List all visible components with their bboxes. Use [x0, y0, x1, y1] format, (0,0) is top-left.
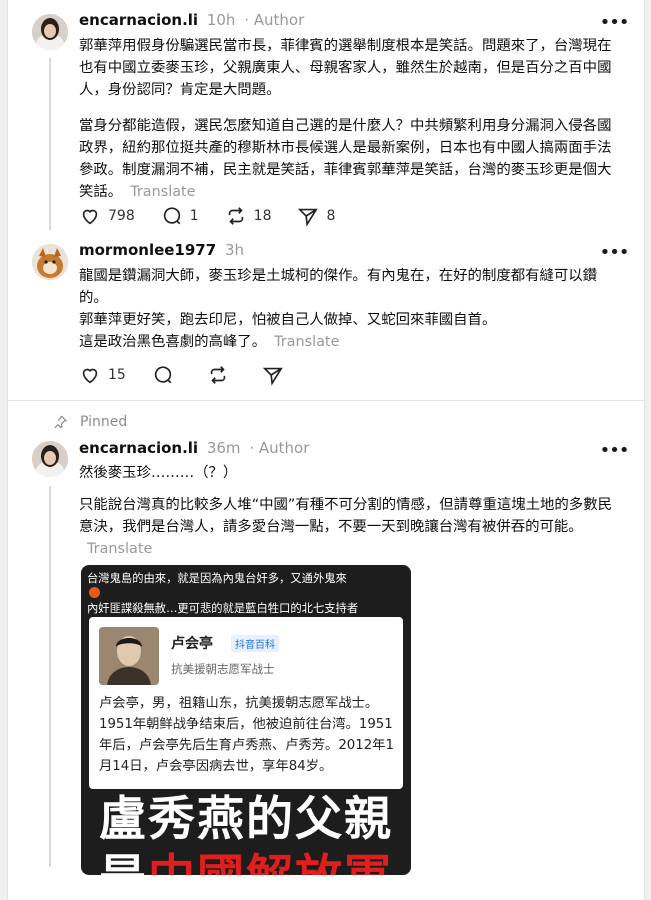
- post-header: encarnacion.li 36m · Author: [79, 439, 309, 461]
- post-header: encarnacion.li 10h · Author: [79, 11, 304, 33]
- translate-link[interactable]: Translate: [130, 184, 195, 200]
- profile-tag: 抖音百科: [231, 635, 279, 652]
- post-paragraph: 郭華萍更好笑，跑去印尼，怕被自己人做掉、又蛇回來菲國自首。: [79, 312, 497, 328]
- repost-button[interactable]: [207, 364, 236, 386]
- image-caption: 台灣鬼島的由來，就是因為內鬼台奸多，又通外鬼來 內奸匪諜殺無赦…更可悲的就是藍白…: [87, 572, 359, 615]
- headline-line-1: 盧秀燕的父親: [99, 792, 393, 847]
- post-paragraph: 然後麥玉珍………（？）: [79, 465, 238, 481]
- translate-link[interactable]: Translate: [274, 334, 339, 350]
- post-paragraph: 郭華萍用假身份騙選民當市長，菲律賓的選舉制度根本是笑話。問題來了，台灣現在也有中…: [79, 38, 612, 98]
- comment-icon: [163, 207, 181, 225]
- angry-emoji-icon: [89, 587, 100, 598]
- avatar[interactable]: [32, 14, 68, 50]
- share-button[interactable]: 8: [297, 205, 335, 227]
- like-count: 798: [108, 208, 135, 224]
- repost-icon: [210, 366, 226, 384]
- pinned-label: Pinned: [52, 412, 127, 432]
- post-body: 郭華萍用假身份騙選民當市長，菲律賓的選舉制度根本是笑話。問題來了，台灣現在也有中…: [79, 35, 625, 203]
- share-count: 8: [326, 208, 336, 224]
- translate-link[interactable]: Translate: [87, 541, 152, 557]
- heart-icon: [82, 368, 98, 384]
- comment-count: 1: [189, 208, 199, 224]
- more-options-icon[interactable]: •••: [600, 12, 630, 33]
- embedded-profile-card: 卢会亭 抖音百科 抗美援朝志愿军战士 卢会亭，男，祖籍山东，抗美援朝志愿军战士。…: [89, 617, 403, 789]
- timestamp[interactable]: 36m: [207, 439, 241, 457]
- avatar[interactable]: [32, 244, 68, 280]
- heart-icon: [82, 209, 98, 225]
- more-options-icon[interactable]: •••: [600, 440, 630, 461]
- author-badge: · Author: [244, 11, 305, 29]
- thread-connector: [49, 486, 51, 867]
- like-button[interactable]: 15: [79, 364, 126, 386]
- username[interactable]: encarnacion.li: [79, 439, 198, 457]
- share-button[interactable]: [262, 364, 291, 386]
- post-body: 然後麥玉珍………（？） 只能說台灣真的比較多人堆“中國”有種不可分割的情感，但請…: [79, 462, 625, 560]
- thread-connector: [49, 58, 51, 230]
- action-bar: 15: [79, 363, 317, 387]
- profile-name: 卢会亭: [171, 636, 213, 652]
- headline-line-2: 是中國解放軍: [81, 848, 411, 875]
- action-bar: 798 1 18 8: [79, 204, 361, 228]
- repost-icon: [228, 207, 243, 225]
- pin-icon: [54, 415, 68, 429]
- send-icon: [298, 208, 319, 227]
- post-paragraph: 這是政治黑色喜劇的高峰了。: [79, 334, 267, 350]
- comment-button[interactable]: 1: [161, 205, 199, 227]
- post-divider: [8, 400, 644, 401]
- post-header: mormonlee1977 3h: [79, 241, 244, 263]
- username[interactable]: mormonlee1977: [79, 241, 216, 259]
- post-body: 龍國是鑽漏洞大師，麥玉珍是土城柯的傑作。有內鬼在，在好的制度都有縫可以鑽的。 郭…: [79, 265, 625, 353]
- profile-text: 卢会亭，男，祖籍山东，抗美援朝志愿军战士。1951年朝鲜战争结束后，他被迫前往台…: [99, 696, 394, 774]
- repost-button[interactable]: 18: [225, 205, 272, 227]
- comment-icon: [154, 366, 172, 384]
- post-paragraph: 龍國是鑽漏洞大師，麥玉珍是土城柯的傑作。有內鬼在，在好的制度都有縫可以鑽的。: [79, 268, 598, 306]
- attached-image[interactable]: 台灣鬼島的由來，就是因為內鬼台奸多，又通外鬼來 內奸匪諜殺無赦…更可悲的就是藍白…: [81, 565, 411, 875]
- timestamp[interactable]: 3h: [225, 241, 244, 259]
- timestamp[interactable]: 10h: [207, 11, 236, 29]
- thread-card: encarnacion.li 10h · Author ••• 郭華萍用假身份騙…: [7, 0, 645, 900]
- like-button[interactable]: 798: [79, 205, 135, 227]
- post-paragraph: 只能說台灣真的比較多人堆“中國”有種不可分割的情感，但請尊重這塊土地的多數民意決…: [79, 497, 612, 535]
- send-icon: [262, 367, 283, 386]
- repost-count: 18: [253, 208, 272, 224]
- profile-subtitle: 抗美援朝志愿军战士: [171, 662, 275, 676]
- avatar[interactable]: [32, 441, 68, 477]
- portrait-photo: [99, 627, 159, 685]
- like-count: 15: [108, 367, 126, 383]
- author-badge: · Author: [249, 439, 310, 457]
- comment-button[interactable]: [152, 364, 181, 386]
- username[interactable]: encarnacion.li: [79, 11, 198, 29]
- more-options-icon[interactable]: •••: [600, 242, 630, 263]
